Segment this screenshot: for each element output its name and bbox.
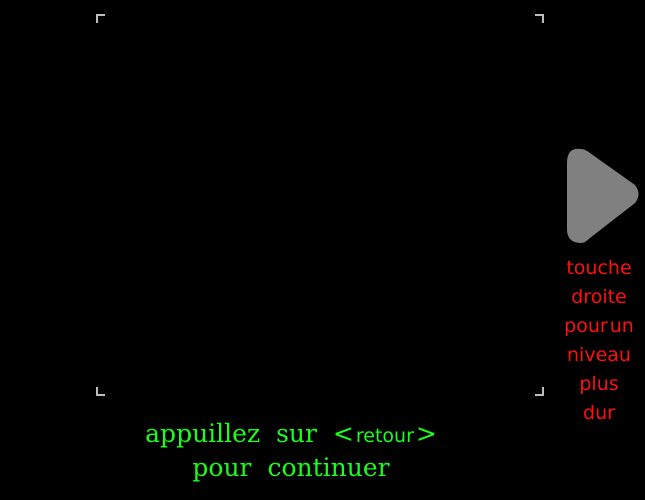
hint-word: pour (564, 315, 608, 337)
instruction-word: sur (276, 419, 317, 448)
instruction-word: appuillez (145, 419, 261, 448)
hint-line: dur (583, 402, 615, 424)
hint-line: touche (566, 257, 632, 279)
continue-instruction-line-1: appuillez sur < retour> (100, 421, 482, 446)
frame-corner-top-left (96, 14, 105, 23)
frame-corner-top-right (535, 14, 544, 23)
return-key-name: retour (355, 425, 414, 447)
harder-level-hint: touche droite pour un niveau plus dur (554, 256, 644, 430)
return-key-hint: < retour> (333, 419, 437, 448)
key-bracket-open: < (332, 419, 354, 448)
continue-instruction-line-2: pour continuer (100, 455, 482, 480)
play-arrow-icon (567, 148, 639, 243)
key-bracket-close: > (415, 419, 437, 448)
hint-line: plus (579, 373, 619, 395)
hint-line: pour un (554, 314, 644, 343)
frame-corner-bottom-left (96, 387, 105, 396)
instruction-word: continuer (267, 453, 390, 482)
frame-corner-bottom-right (535, 387, 544, 396)
next-level-arrow-button[interactable] (563, 145, 643, 247)
hint-line: droite (571, 286, 627, 308)
hint-line: niveau (567, 344, 631, 366)
instruction-word: pour (192, 453, 252, 482)
hint-word: un (609, 315, 634, 337)
